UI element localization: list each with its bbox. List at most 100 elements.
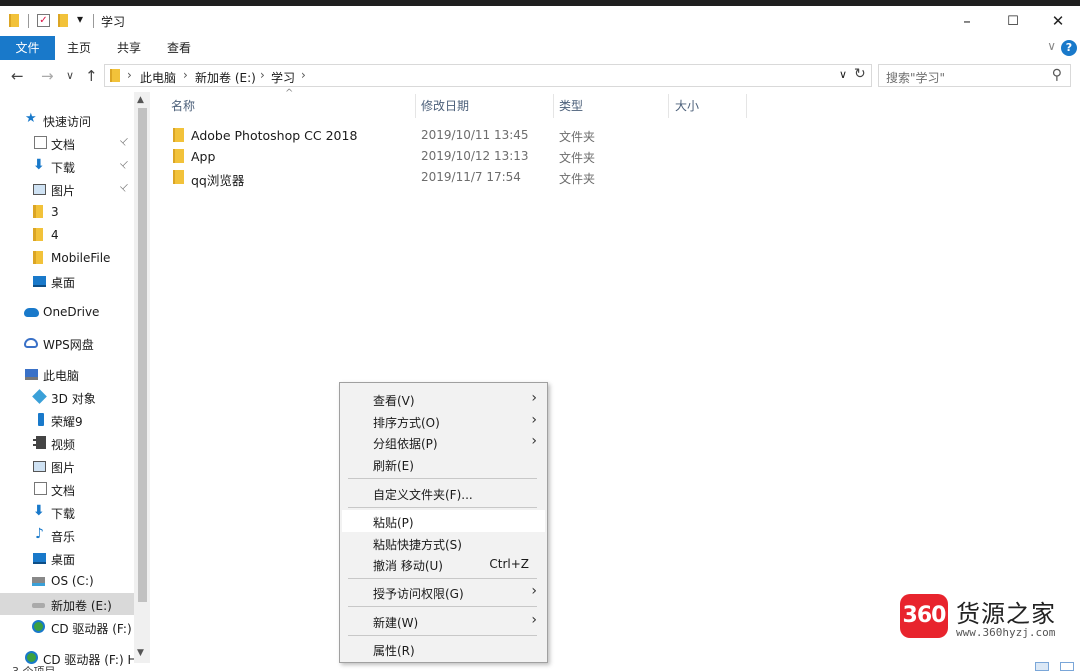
sidebar-item-onedrive[interactable]: OneDrive [0,301,134,323]
pin-icon[interactable]: ⊥ [117,158,131,172]
tab-file[interactable]: 文件 [0,36,55,60]
column-header-modified[interactable]: 修改日期 [421,97,469,119]
search-input[interactable]: 搜索"学习" ⚲ [878,64,1071,87]
sidebar-item-documents-pc[interactable]: 文档 [0,478,134,500]
tab-share[interactable]: 共享 [110,36,148,60]
menu-item-sort-by[interactable]: 排序方式(O) › [342,410,545,432]
forward-button[interactable]: → [41,67,54,85]
menu-item-paste[interactable]: 粘贴(P) [342,510,545,532]
navigation-bar: ← → ∨ ↑ › 此电脑 › 新加卷 (E:) › 学习 › ∨ ↻ 搜索"学… [0,62,1080,90]
menu-item-undo-move[interactable]: 撤消 移动(U) Ctrl+Z [342,553,545,575]
back-button[interactable]: ← [11,67,24,85]
sidebar-item-label: 新加卷 (E:) [51,599,112,613]
breadcrumb-this-pc[interactable]: 此电脑 [140,69,176,86]
menu-item-label: 排序方式(O) [373,416,440,430]
sidebar-item-honor9[interactable]: 荣耀9 [0,409,134,431]
pin-icon[interactable]: ⊥ [117,181,131,195]
tab-view[interactable]: 查看 [160,36,198,60]
menu-item-view[interactable]: 查看(V) › [342,388,545,410]
menu-item-group-by[interactable]: 分组依据(P) › [342,431,545,453]
new-folder-icon[interactable] [58,14,68,28]
sidebar-item-label: OS (C:) [51,574,94,588]
sidebar-item-music[interactable]: ♪ 音乐 [0,524,134,546]
tab-home[interactable]: 主页 [60,36,98,60]
sidebar-item-pictures[interactable]: 图片 ⊥ [0,178,134,200]
table-row[interactable]: App 2019/10/12 13:13 文件夹 [167,146,747,167]
sidebar-item-mobilefile[interactable]: MobileFile [0,247,134,269]
menu-item-give-access[interactable]: 授予访问权限(G) › [342,581,545,603]
column-divider[interactable] [746,94,747,118]
column-divider[interactable] [415,94,416,118]
address-dropdown-button[interactable]: ∨ [839,68,847,81]
sidebar-item-desktop-pc[interactable]: 桌面 [0,547,134,569]
sidebar-item-drive-c[interactable]: OS (C:) [0,570,134,592]
sidebar-item-wps-cloud[interactable]: WPS网盘 [0,332,134,354]
document-icon [34,482,47,495]
breadcrumb-study[interactable]: 学习 [271,69,295,86]
sidebar-item-videos[interactable]: 视频 [0,432,134,454]
pin-icon[interactable]: ⊥ [117,135,131,149]
column-header-name[interactable]: 名称 [171,97,195,119]
properties-icon[interactable]: ✓ [37,14,50,27]
sidebar-item-drive-e[interactable]: 新加卷 (E:) [0,593,134,615]
quick-access-dropdown[interactable]: ▾ [77,12,83,26]
scroll-up-button[interactable]: ▲ [137,95,144,105]
breadcrumb-separator[interactable]: › [127,68,132,82]
help-icon[interactable]: ? [1061,40,1077,56]
chevron-right-icon: › [531,583,537,599]
sidebar-item-downloads[interactable]: ⬇ 下载 ⊥ [0,155,134,177]
sidebar-item-folder-3[interactable]: 3 [0,201,134,223]
menu-item-new[interactable]: 新建(W) › [342,610,545,632]
table-row[interactable]: Adobe Photoshop CC 2018 2019/10/11 13:45… [167,125,747,146]
column-divider[interactable] [668,94,669,118]
maximize-button[interactable]: ☐ [990,6,1036,36]
file-name: Adobe Photoshop CC 2018 [191,128,358,143]
sidebar-item-quick-access[interactable]: ★ 快速访问 [0,109,134,131]
large-icons-view-button[interactable] [1060,662,1074,671]
scroll-down-button[interactable]: ▼ [137,648,144,658]
breadcrumb-drive-e[interactable]: 新加卷 (E:) [195,69,256,86]
column-divider[interactable] [553,94,554,118]
close-button[interactable]: ✕ [1035,6,1080,36]
sort-indicator: ^ [285,88,294,99]
refresh-icon[interactable]: ↻ [854,66,866,82]
sidebar-item-cd-drive[interactable]: CD 驱动器 (F:) H [0,616,134,638]
sidebar-item-this-pc[interactable]: 此电脑 [0,363,134,385]
menu-item-properties[interactable]: 属性(R) [342,638,545,660]
file-type: 文件夹 [559,172,596,186]
sidebar-item-downloads-pc[interactable]: ⬇ 下载 [0,501,134,523]
file-name: App [191,149,216,164]
sidebar-item-label: 文档 [51,138,76,152]
menu-item-label: 刷新(E) [373,459,414,473]
scrollbar-thumb[interactable] [138,108,147,602]
sidebar-item-label: 快速访问 [43,115,92,129]
details-view-button[interactable] [1035,662,1049,671]
sidebar-item-3d-objects[interactable]: 3D 对象 [0,386,134,408]
search-icon[interactable]: ⚲ [1052,67,1062,83]
menu-item-refresh[interactable]: 刷新(E) [342,453,545,475]
sidebar-item-label: 下载 [51,507,76,521]
breadcrumb-separator[interactable]: › [301,68,306,82]
sidebar-item-pictures-pc[interactable]: 图片 [0,455,134,477]
sidebar-item-desktop[interactable]: 桌面 [0,270,134,292]
table-row[interactable]: qq浏览器 2019/11/7 17:54 文件夹 [167,167,747,188]
sidebar-scrollbar[interactable]: ▲ ▼ [134,92,150,663]
folder-icon [173,128,184,142]
column-header-size[interactable]: 大小 [675,97,699,119]
ribbon-expand-button[interactable]: ∨ [1047,39,1056,53]
menu-item-paste-shortcut[interactable]: 粘贴快捷方式(S) [342,532,545,554]
address-bar[interactable]: › 此电脑 › 新加卷 (E:) › 学习 › ∨ ↻ [104,64,872,87]
menu-item-label: 粘贴(P) [373,516,414,530]
column-header-type[interactable]: 类型 [559,97,583,119]
recent-locations-button[interactable]: ∨ [66,69,74,82]
up-button[interactable]: ↑ [85,67,98,85]
file-modified: 2019/10/11 13:45 [421,128,529,142]
desktop-icon [33,553,46,564]
breadcrumb-separator[interactable]: › [260,68,265,82]
sidebar-item-folder-4[interactable]: 4 [0,224,134,246]
breadcrumb-separator[interactable]: › [183,68,188,82]
menu-item-customize-folder[interactable]: 自定义文件夹(F)... [342,482,545,504]
sidebar-item-documents[interactable]: 文档 ⊥ [0,132,134,154]
minimize-button[interactable]: – [944,6,990,36]
video-icon [33,436,46,449]
